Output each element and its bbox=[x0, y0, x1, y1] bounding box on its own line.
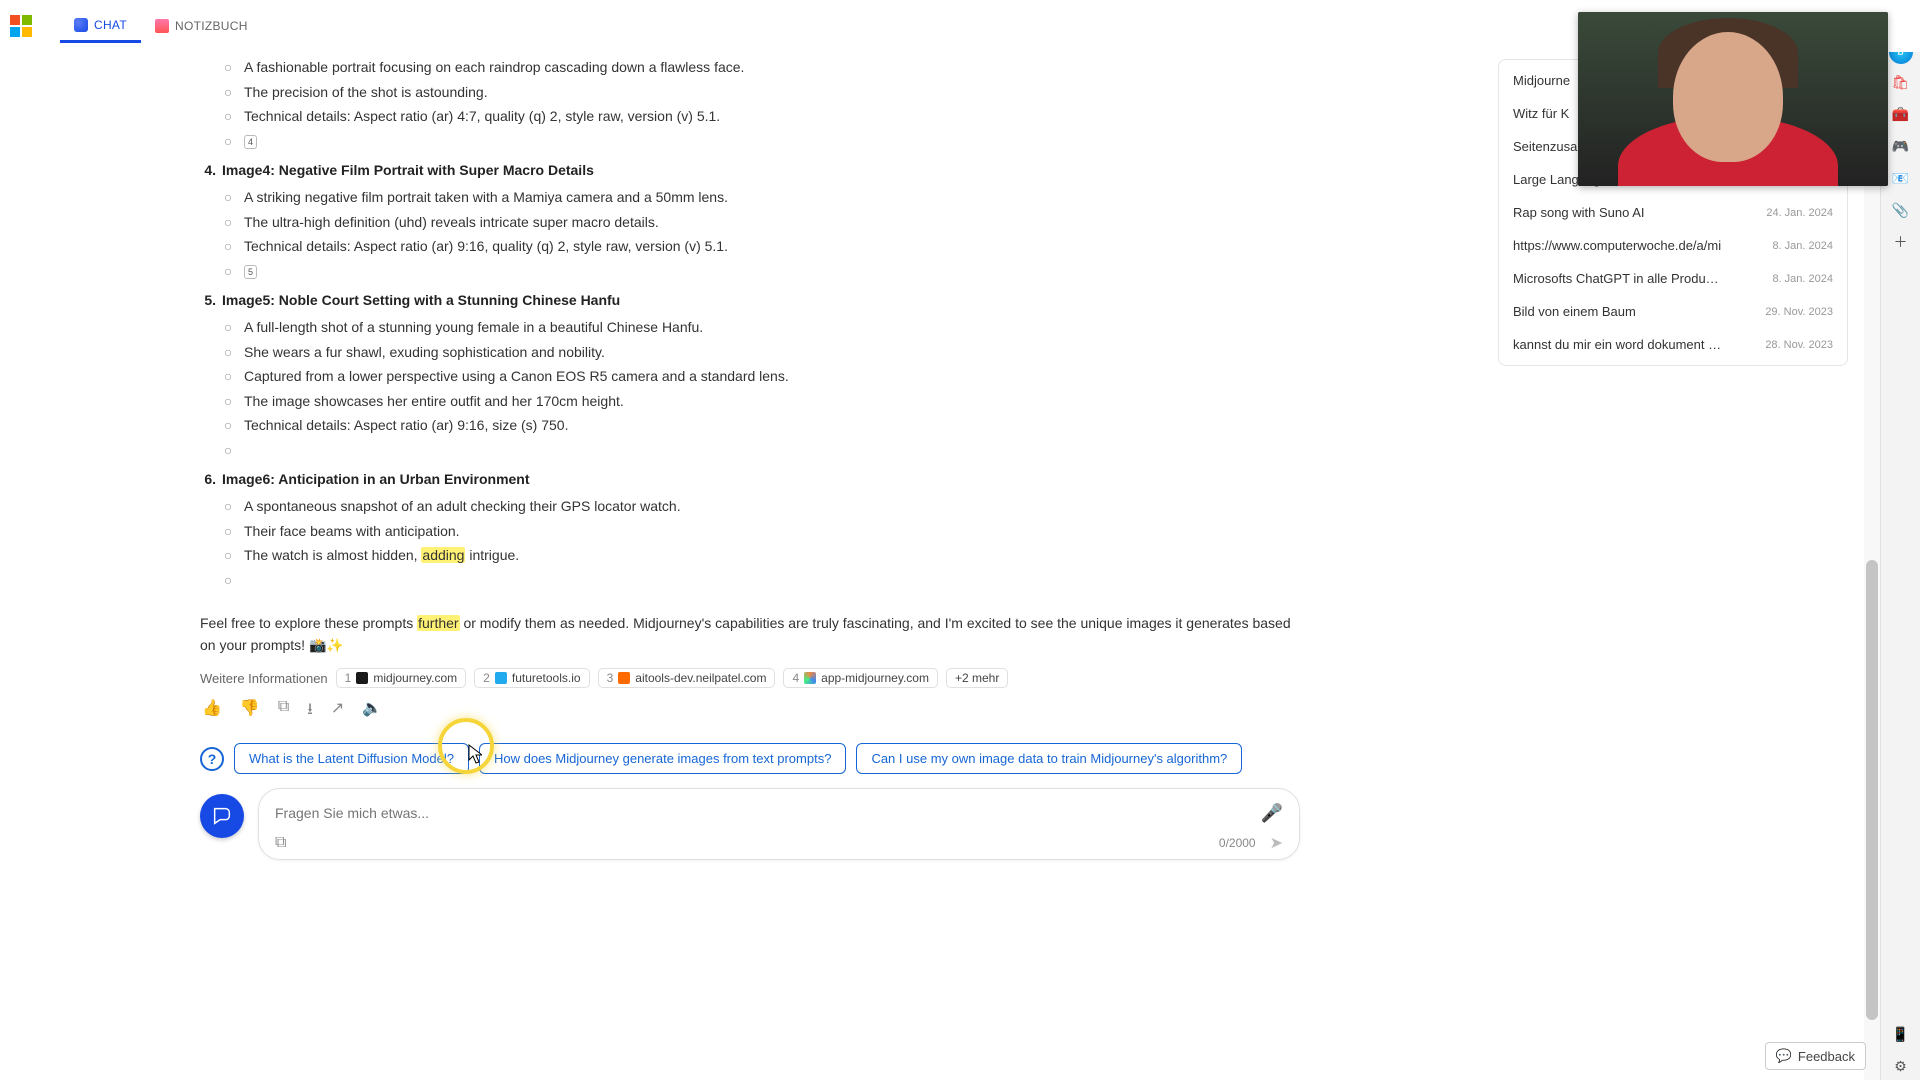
bullet: The precision of the shot is astounding. bbox=[244, 80, 1300, 105]
item6-title: Image6: Anticipation in an Urban Environ… bbox=[222, 464, 1300, 494]
bullet: The ultra-high definition (uhd) reveals … bbox=[244, 210, 1300, 235]
more-info-label: Weitere Informationen bbox=[200, 671, 328, 686]
bullet-badge: 4 bbox=[244, 129, 1300, 154]
bullet: A spontaneous snapshot of an adult check… bbox=[244, 494, 1300, 519]
list-num-6: 6. bbox=[200, 464, 222, 592]
bullet: She wears a fur shawl, exuding sophistic… bbox=[244, 340, 1300, 365]
suggestion-2[interactable]: How does Midjourney generate images from… bbox=[479, 743, 846, 774]
suggestion-3[interactable]: Can I use my own image data to train Mid… bbox=[856, 743, 1242, 774]
item5-title: Image5: Noble Court Setting with a Stunn… bbox=[222, 285, 1300, 315]
list-num-4: 4. bbox=[200, 155, 222, 283]
bullet: Captured from a lower perspective using … bbox=[244, 364, 1300, 389]
char-counter: 0/2000 bbox=[1219, 836, 1256, 850]
source-more[interactable]: +2 mehr bbox=[946, 668, 1008, 688]
cursor-icon bbox=[468, 744, 480, 762]
feedback-label: Feedback bbox=[1798, 1049, 1855, 1064]
scrollbar-thumb[interactable] bbox=[1866, 560, 1878, 1020]
chat-input[interactable] bbox=[275, 799, 1261, 827]
rail-games-icon[interactable]: 🎮 bbox=[1887, 132, 1915, 160]
bullet: Their face beams with anticipation. bbox=[244, 519, 1300, 544]
chat-input-box: 🎤 ⧉ 0/2000 ➤ bbox=[258, 788, 1300, 860]
tab-chat-label: CHAT bbox=[94, 18, 127, 32]
bullet-faded: A fashionable portrait focusing on each … bbox=[244, 55, 1300, 80]
rail-add-icon[interactable]: ＋ bbox=[1887, 228, 1915, 256]
source-link-3[interactable]: 3aitools-dev.neilpatel.com bbox=[598, 668, 776, 688]
recent-row[interactable]: kannst du mir ein word dokument ers28. N… bbox=[1499, 328, 1847, 361]
speaker-icon[interactable]: 🔈 bbox=[362, 698, 382, 725]
rail-shopping-icon[interactable]: 🛍 bbox=[1887, 68, 1915, 96]
bullet: Technical details: Aspect ratio (ar) 4:7… bbox=[244, 104, 1300, 129]
broom-chat-icon bbox=[211, 805, 233, 827]
bullet: A striking negative film portrait taken … bbox=[244, 185, 1300, 210]
input-row: 🎤 ⧉ 0/2000 ➤ bbox=[200, 788, 1300, 860]
reaction-row: 👍 👎 ⧉ ⭳ ↗ 🔈 bbox=[202, 698, 1300, 725]
like-icon[interactable]: 👍 bbox=[202, 698, 222, 725]
more-info-row: Weitere Informationen 1midjourney.com 2f… bbox=[200, 668, 1300, 688]
share-icon[interactable]: ↗ bbox=[331, 698, 344, 725]
rail-office-icon[interactable]: 📎 bbox=[1887, 196, 1915, 224]
image-input-icon[interactable]: ⧉ bbox=[275, 834, 286, 852]
bullet-empty bbox=[244, 438, 1300, 463]
tab-chat[interactable]: CHAT bbox=[60, 10, 141, 43]
mic-icon[interactable]: 🎤 bbox=[1261, 803, 1283, 824]
tab-notebook[interactable]: NOTIZBUCH bbox=[141, 11, 262, 41]
bullet: The watch is almost hidden, adding intri… bbox=[244, 543, 1300, 568]
tab-notebook-label: NOTIZBUCH bbox=[175, 19, 248, 33]
send-icon[interactable]: ➤ bbox=[1270, 833, 1283, 853]
question-icon: ? bbox=[200, 747, 224, 771]
copy-icon[interactable]: ⧉ bbox=[278, 698, 289, 725]
chat-icon bbox=[74, 18, 88, 32]
ms-logo-icon bbox=[10, 15, 32, 37]
suggestion-1[interactable]: What is the Latent Diffusion Model? bbox=[234, 743, 469, 774]
bullet: The image showcases her entire outfit an… bbox=[244, 389, 1300, 414]
download-icon[interactable]: ⭳ bbox=[307, 698, 313, 725]
cursor-highlight-ring bbox=[438, 718, 494, 774]
bullet: Technical details: Aspect ratio (ar) 9:1… bbox=[244, 413, 1300, 438]
closing-text: Feel free to explore these prompts furth… bbox=[200, 612, 1300, 656]
item4-title: Image4: Negative Film Portrait with Supe… bbox=[222, 155, 1300, 185]
rail-outlook-icon[interactable]: 📧 bbox=[1887, 164, 1915, 192]
webcam-overlay bbox=[1578, 12, 1888, 186]
recent-row[interactable]: Rap song with Suno AI24. Jan. 2024 bbox=[1499, 196, 1847, 229]
list-num-5: 5. bbox=[200, 285, 222, 462]
bullet-empty bbox=[244, 568, 1300, 593]
recent-row[interactable]: Microsofts ChatGPT in alle Produkte in8.… bbox=[1499, 262, 1847, 295]
rail-phone-icon[interactable]: 📱 bbox=[1887, 1020, 1915, 1048]
dislike-icon[interactable]: 👎 bbox=[240, 698, 260, 725]
bullet-badge: 5 bbox=[244, 259, 1300, 284]
suggestions-row: ? What is the Latent Diffusion Model? Ho… bbox=[200, 743, 1300, 774]
ref-badge[interactable]: 5 bbox=[244, 265, 257, 279]
new-topic-button[interactable] bbox=[200, 794, 244, 838]
source-link-1[interactable]: 1midjourney.com bbox=[336, 668, 467, 688]
feedback-icon: 💬 bbox=[1776, 1048, 1792, 1064]
source-link-4[interactable]: 4app-midjourney.com bbox=[783, 668, 938, 688]
bullet: A full-length shot of a stunning young f… bbox=[244, 315, 1300, 340]
bullet: Technical details: Aspect ratio (ar) 9:1… bbox=[244, 234, 1300, 259]
chat-content: A fashionable portrait focusing on each … bbox=[150, 55, 1320, 1080]
rail-tools-icon[interactable]: 🧰 bbox=[1887, 100, 1915, 128]
notebook-icon bbox=[155, 19, 169, 33]
source-link-2[interactable]: 2futuretools.io bbox=[474, 668, 589, 688]
rail-settings-icon[interactable]: ⚙ bbox=[1887, 1052, 1915, 1080]
ref-badge[interactable]: 4 bbox=[244, 135, 257, 149]
feedback-button[interactable]: 💬 Feedback bbox=[1765, 1042, 1866, 1070]
recent-row[interactable]: https://www.computerwoche.de/a/mi8. Jan.… bbox=[1499, 229, 1847, 262]
recent-row[interactable]: Bild von einem Baum29. Nov. 2023 bbox=[1499, 295, 1847, 328]
